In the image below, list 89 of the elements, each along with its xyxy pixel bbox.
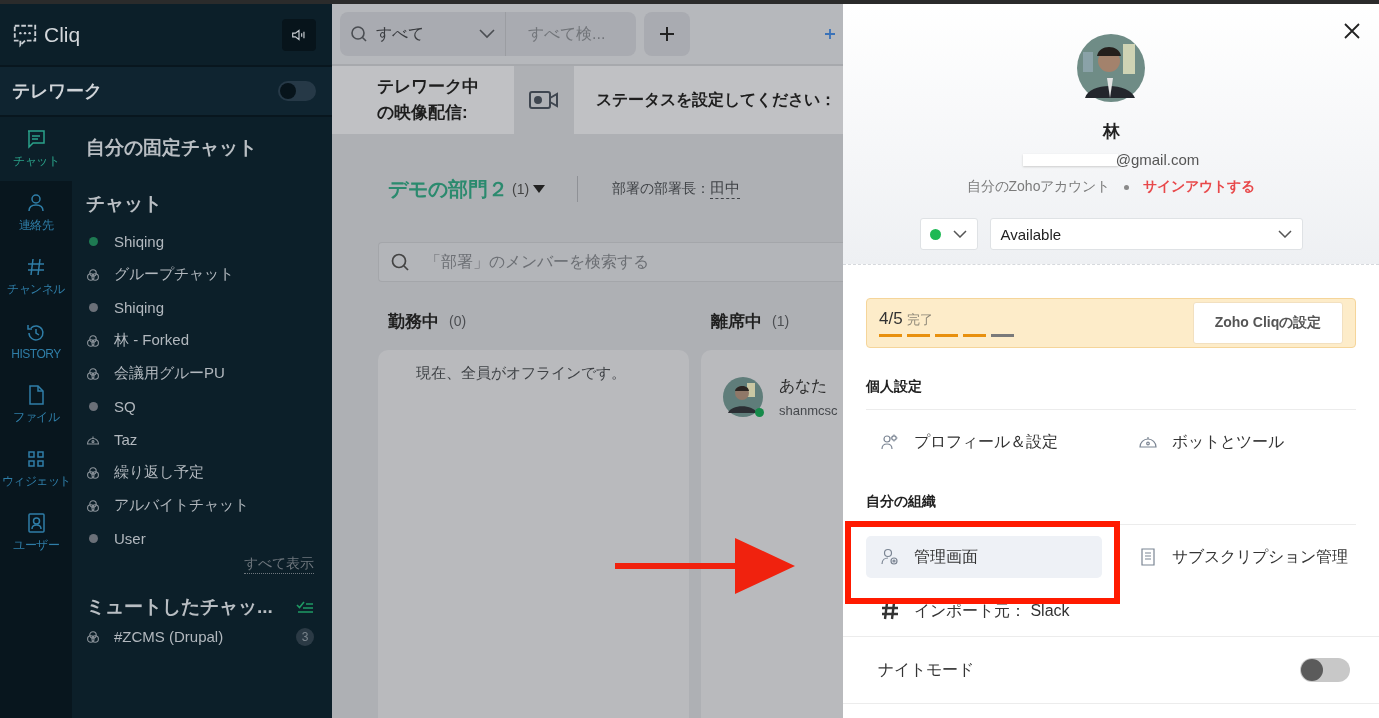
sign-out-link[interactable]: サインアウトする bbox=[1143, 178, 1256, 196]
search-icon bbox=[390, 252, 410, 272]
chat-item[interactable]: Taz bbox=[86, 423, 314, 456]
person-icon bbox=[25, 192, 47, 214]
group-icon bbox=[86, 629, 100, 644]
chat-item[interactable]: 繰り返し予定 bbox=[86, 456, 314, 489]
group-icon bbox=[86, 267, 100, 282]
account-link[interactable]: 自分のZohoアカウント bbox=[966, 178, 1111, 196]
camera-button[interactable] bbox=[514, 66, 574, 134]
speaker-button[interactable] bbox=[282, 18, 316, 51]
menu-item[interactable]: プロフィール＆設定 bbox=[866, 421, 1124, 463]
chat-item[interactable]: #ZCMS (Drupal) 3 bbox=[86, 620, 314, 653]
chat-item[interactable]: 会議用グルーPU bbox=[86, 357, 314, 390]
rail-tab[interactable]: チャット bbox=[0, 117, 72, 181]
receipt-icon bbox=[1138, 547, 1158, 567]
scope-dropdown[interactable]: すべて bbox=[340, 12, 506, 56]
member-search-field[interactable]: 「部署」のメンバーを検索する bbox=[378, 242, 843, 282]
rail-tab[interactable]: ユーザー bbox=[0, 501, 72, 565]
member-id: shanmcsc bbox=[779, 403, 838, 418]
rail-tab[interactable]: HISTORY bbox=[0, 309, 72, 373]
chevron-icon bbox=[479, 29, 495, 39]
status-dot-dropdown[interactable] bbox=[919, 218, 978, 250]
chevron-icon bbox=[953, 230, 967, 238]
video-stream-label: テレワーク中の映像配信: bbox=[377, 76, 480, 124]
section-title: チャット bbox=[86, 192, 163, 216]
checklist-icon[interactable] bbox=[296, 600, 314, 614]
status-prompt: ステータスを設定してください： bbox=[595, 89, 836, 110]
settings-button[interactable]: Zoho Cliqの設定 bbox=[1193, 302, 1343, 344]
show-all-link[interactable]: すべて表示 bbox=[244, 555, 314, 574]
menu-item[interactable]: 管理画面 bbox=[866, 536, 1102, 578]
menu-item[interactable]: サブスクリプション管理 bbox=[1124, 536, 1356, 578]
chat-icon bbox=[25, 128, 47, 150]
close-icon bbox=[1344, 23, 1360, 39]
rail-tab[interactable]: ファイル bbox=[0, 373, 72, 437]
chat-item[interactable]: Shiqing bbox=[86, 291, 314, 324]
section-title: 自分の固定チャット bbox=[86, 136, 258, 160]
unread-count: 3 bbox=[296, 627, 314, 646]
member-name: あなた bbox=[779, 376, 828, 396]
add-button[interactable] bbox=[644, 12, 690, 56]
telework-label: テレワーク bbox=[12, 80, 103, 103]
camera-icon bbox=[529, 90, 559, 110]
chat-item[interactable]: アルバイトチャット bbox=[86, 489, 314, 522]
chat-item[interactable]: 林 - Forked bbox=[86, 324, 314, 357]
department-head-link[interactable]: 田中 bbox=[710, 179, 741, 199]
column-title: 離席中 bbox=[711, 310, 762, 333]
profile-name: 林 bbox=[1102, 121, 1120, 143]
contact-card-icon bbox=[25, 512, 47, 534]
hash-icon bbox=[25, 256, 47, 278]
chat-item[interactable]: User bbox=[86, 522, 314, 555]
user-gear-icon bbox=[880, 547, 900, 567]
plus-icon bbox=[658, 25, 676, 43]
app-name: Cliq bbox=[44, 22, 82, 47]
column-count: (1) bbox=[772, 313, 790, 329]
section-title: 個人設定 bbox=[866, 378, 1356, 410]
group-icon bbox=[86, 465, 100, 480]
profile-email: @gmail.com bbox=[1115, 151, 1200, 168]
telework-toggle[interactable] bbox=[278, 81, 316, 101]
hash-icon bbox=[880, 601, 900, 621]
menu-item[interactable]: インポート元： Slack bbox=[866, 590, 1124, 632]
grid-icon bbox=[25, 448, 47, 470]
rail-tab[interactable]: チャンネル bbox=[0, 245, 72, 309]
chat-item[interactable]: グループチャット bbox=[86, 258, 314, 291]
group-icon bbox=[86, 366, 100, 381]
night-mode-label: ナイトモード bbox=[878, 659, 974, 680]
people-gear-icon bbox=[880, 432, 900, 452]
rail-tab[interactable]: ウィジェット bbox=[0, 437, 72, 501]
rail-tab[interactable]: 連絡先 bbox=[0, 181, 72, 245]
search-icon bbox=[350, 25, 368, 43]
chevron-icon bbox=[1277, 230, 1292, 238]
empty-message: 現在、全員がオフラインです。 bbox=[415, 363, 627, 383]
column-count: (0) bbox=[449, 313, 467, 329]
chat-item[interactable]: SQ bbox=[86, 390, 314, 423]
chat-item[interactable]: Shiqing bbox=[86, 225, 314, 258]
group-icon bbox=[86, 498, 100, 513]
status-text: Available bbox=[1000, 225, 1062, 243]
status-dropdown[interactable]: Available bbox=[989, 218, 1303, 250]
menu-item[interactable]: ボットとツール bbox=[1124, 421, 1356, 463]
column-title: 勤務中 bbox=[388, 310, 439, 333]
group-icon bbox=[86, 333, 100, 348]
progress-count: 4/5 bbox=[879, 309, 903, 328]
section-title: 自分の組織 bbox=[866, 493, 1356, 525]
online-dot bbox=[755, 408, 764, 417]
department-dropdown[interactable]: デモの部門２ (1) bbox=[388, 175, 546, 203]
status-dot bbox=[930, 228, 941, 240]
department-head-label: 部署の部署長： bbox=[612, 180, 711, 198]
night-mode-toggle[interactable] bbox=[1300, 658, 1350, 682]
section-title: ミュートしたチャッ... bbox=[86, 595, 274, 619]
progress-label: 完了 bbox=[907, 312, 934, 327]
caret-icon bbox=[533, 185, 546, 193]
